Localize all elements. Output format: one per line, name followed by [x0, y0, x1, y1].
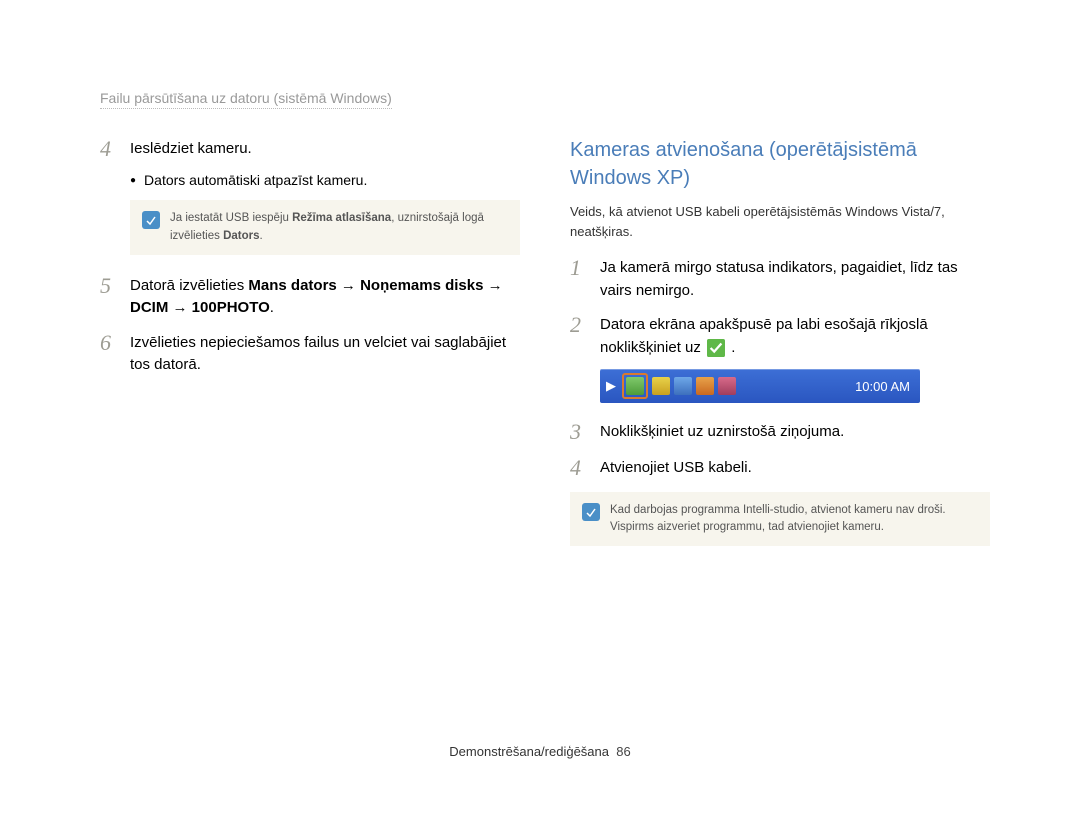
safely-remove-tray-icon[interactable]: [626, 377, 644, 395]
note-box: Kad darbojas programma Intelli-studio, a…: [570, 492, 990, 547]
step-4: 4 Ieslēdziet kameru.: [100, 136, 520, 162]
step-text: Atvienojiet USB kabeli.: [600, 455, 990, 481]
step-text: Ieslēdziet kameru.: [130, 136, 520, 162]
step-number: 4: [570, 455, 588, 481]
right-step-2: 2 Datora ekrāna apakšpusē pa labi esošaj…: [570, 312, 990, 359]
step-number: 4: [100, 136, 118, 162]
tray-icon-network[interactable]: [674, 377, 692, 395]
step-number: 6: [100, 330, 118, 377]
note-icon: [582, 503, 600, 521]
windows-taskbar: ▶ 10:00 AM: [600, 369, 920, 403]
tray-icon-shield[interactable]: [652, 377, 670, 395]
step-text: Ja kamerā mirgo statusa indikators, paga…: [600, 255, 990, 302]
note-text: Ja iestatāt USB iespēju Režīma atlasīšan…: [170, 210, 508, 245]
right-step-1: 1 Ja kamerā mirgo statusa indikators, pa…: [570, 255, 990, 302]
breadcrumb: Failu pārsūtīšana uz datoru (sistēmā Win…: [100, 90, 990, 106]
section-subtext: Veids, kā atvienot USB kabeli operētājsi…: [570, 202, 990, 241]
step-text: Datorā izvēlieties Mans dators → Noņemam…: [130, 273, 520, 320]
system-tray: [622, 373, 736, 399]
breadcrumb-text: Failu pārsūtīšana uz datoru (sistēmā Win…: [100, 90, 392, 109]
section-title: Kameras atvienošana (operētājsistēmā Win…: [570, 136, 990, 192]
step-6: 6 Izvēlieties nepieciešamos failus un ve…: [100, 330, 520, 377]
page-number: 86: [616, 744, 630, 759]
right-step-4: 4 Atvienojiet USB kabeli.: [570, 455, 990, 481]
footer-section: Demonstrēšana/rediģēšana: [449, 744, 609, 759]
page-content: Failu pārsūtīšana uz datoru (sistēmā Win…: [0, 0, 1080, 564]
step-number: 5: [100, 273, 118, 320]
two-column-layout: 4 Ieslēdziet kameru. ● Dators automātisk…: [100, 136, 990, 564]
bullet-item: ● Dators automātiski atpazīst kameru.: [130, 172, 520, 190]
bullet-text: Dators automātiski atpazīst kameru.: [144, 172, 367, 190]
bullet-dot-icon: ●: [130, 172, 136, 190]
note-text: Kad darbojas programma Intelli-studio, a…: [610, 502, 978, 537]
tray-highlight: [622, 373, 648, 399]
step-number: 3: [570, 419, 588, 445]
tray-icon-volume[interactable]: [696, 377, 714, 395]
left-column: 4 Ieslēdziet kameru. ● Dators automātisk…: [100, 136, 520, 564]
step-number: 2: [570, 312, 588, 359]
step-text: Izvēlieties nepieciešamos failus un velc…: [130, 330, 520, 377]
chevron-right-icon: ▶: [606, 378, 616, 394]
note-box: Ja iestatāt USB iespēju Režīma atlasīšan…: [130, 200, 520, 255]
step-number: 1: [570, 255, 588, 302]
tray-icon-generic[interactable]: [718, 377, 736, 395]
step-5: 5 Datorā izvēlieties Mans dators → Noņem…: [100, 273, 520, 320]
step-text: Datora ekrāna apakšpusē pa labi esošajā …: [600, 312, 990, 359]
right-step-3: 3 Noklikšķiniet uz uznirstošā ziņojuma.: [570, 419, 990, 445]
taskbar-clock: 10:00 AM: [855, 379, 914, 394]
step-text: Noklikšķiniet uz uznirstošā ziņojuma.: [600, 419, 990, 445]
note-icon: [142, 211, 160, 229]
right-column: Kameras atvienošana (operētājsistēmā Win…: [570, 136, 990, 564]
page-footer: Demonstrēšana/rediģēšana 86: [0, 744, 1080, 759]
safely-remove-icon: [707, 339, 725, 357]
